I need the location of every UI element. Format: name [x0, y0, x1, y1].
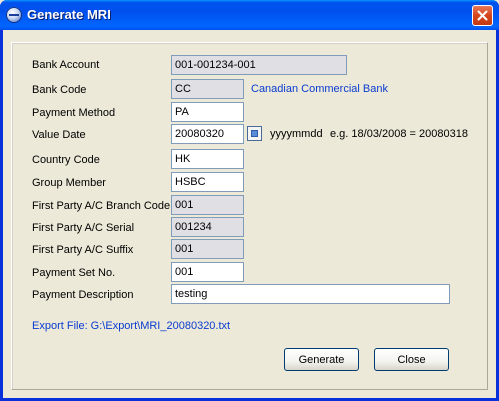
window-title: Generate MRI [27, 7, 111, 22]
payment-method-field[interactable]: PA [171, 102, 244, 122]
serial-field[interactable]: 001234 [171, 217, 244, 237]
title-bar[interactable]: Generate MRI [0, 0, 499, 30]
value-date-label: Value Date [32, 129, 86, 141]
serial-label: First Party A/C Serial [32, 222, 135, 234]
calendar-icon[interactable] [247, 126, 262, 141]
close-icon [477, 10, 488, 21]
payment-set-no-label: Payment Set No. [32, 267, 116, 279]
payment-description-field[interactable]: testing [171, 284, 450, 304]
branch-code-field[interactable]: 001 [171, 195, 244, 215]
generate-mri-window: Generate MRI Bank Account 001-001234-001… [0, 0, 499, 401]
bank-account-label: Bank Account [32, 59, 100, 71]
mri-app-icon [6, 7, 22, 23]
country-code-label: Country Code [32, 154, 100, 166]
date-format-hint: yyyymmdd [270, 128, 323, 140]
payment-method-label: Payment Method [32, 107, 116, 119]
value-date-field[interactable]: 20080320 [171, 124, 244, 144]
country-code-field[interactable]: HK [171, 149, 244, 169]
generate-button[interactable]: Generate [284, 348, 359, 371]
branch-code-label: First Party A/C Branch Code [32, 200, 171, 212]
group-member-field[interactable]: HSBC [171, 172, 244, 192]
suffix-field[interactable]: 001 [171, 239, 244, 259]
date-format-example: e.g. 18/03/2008 = 20080318 [330, 128, 468, 140]
close-button[interactable]: Close [374, 348, 449, 371]
suffix-label: First Party A/C Suffix [32, 244, 134, 256]
dialog-body: Bank Account 001-001234-001 Bank Code CC… [3, 30, 496, 398]
bank-name-text: Canadian Commercial Bank [251, 83, 388, 95]
close-window-button[interactable] [472, 5, 493, 26]
group-member-label: Group Member [32, 177, 106, 189]
payment-set-no-field[interactable]: 001 [171, 262, 244, 282]
export-file-path: Export File: G:\Export\MRI_20080320.txt [32, 320, 231, 332]
bank-account-field[interactable]: 001-001234-001 [171, 55, 347, 75]
bank-code-field[interactable]: CC [171, 79, 244, 99]
payment-description-label: Payment Description [32, 289, 134, 301]
bank-code-label: Bank Code [32, 84, 87, 96]
